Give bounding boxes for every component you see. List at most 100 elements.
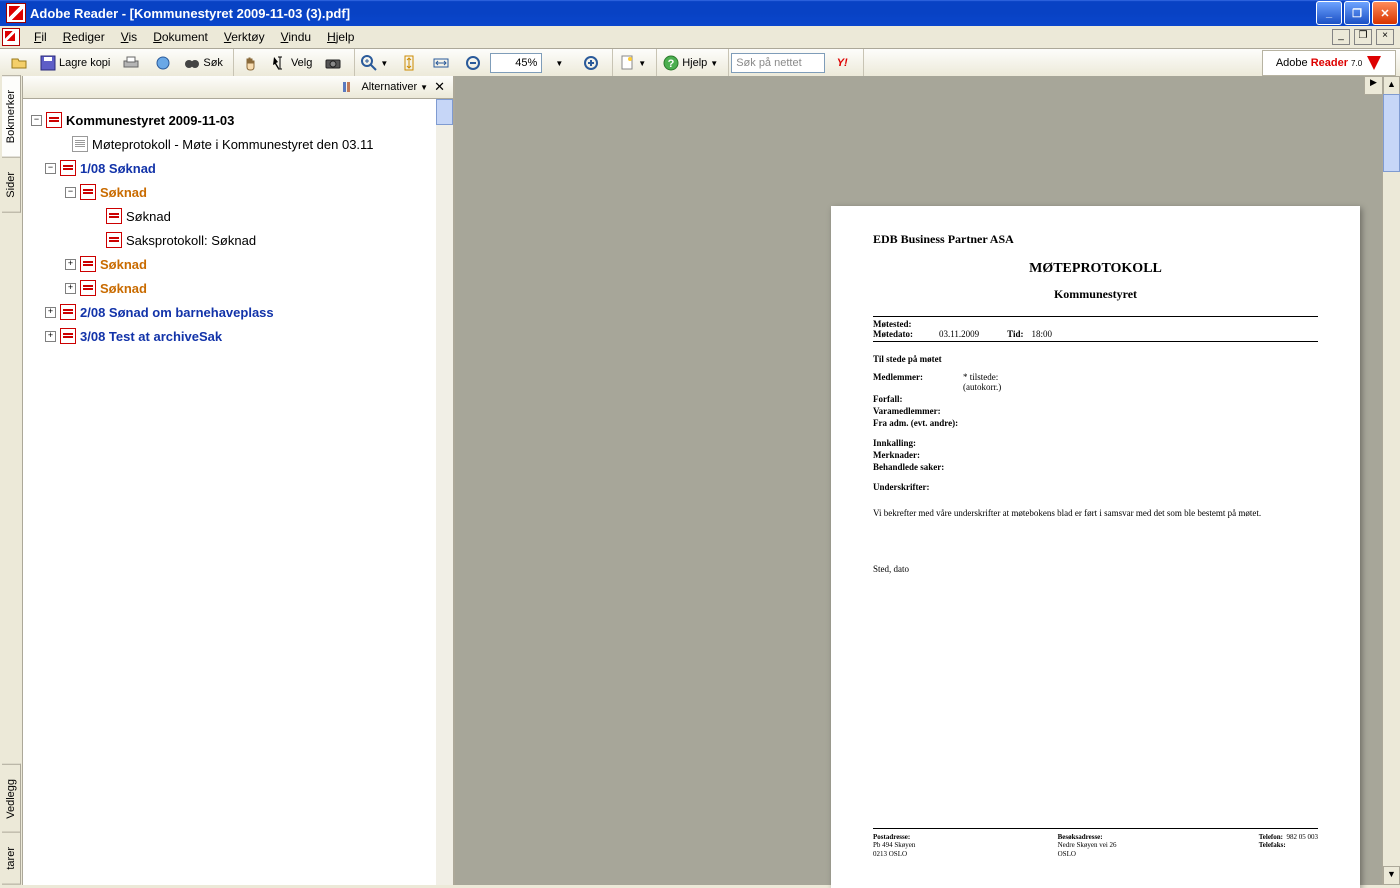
options-icon <box>341 80 355 94</box>
menu-vis[interactable]: Vis <box>113 27 145 47</box>
mdi-restore-button[interactable]: ❐ <box>1354 29 1372 45</box>
help-icon: ? <box>663 55 679 71</box>
bookmark-item[interactable]: Søknad <box>100 185 147 200</box>
pdf-icon <box>80 256 96 272</box>
pdf-icon <box>60 304 76 320</box>
bookmark-root[interactable]: Kommunestyret 2009-11-03 <box>66 113 234 128</box>
tab-bokmerker[interactable]: Bokmerker <box>2 75 21 158</box>
menu-hjelp[interactable]: Hjelp <box>319 27 362 47</box>
window-maximize-button[interactable]: ❐ <box>1344 1 1370 25</box>
plus-circle-icon <box>583 55 599 71</box>
camera-icon <box>325 55 341 71</box>
options-button[interactable]: Alternativer ▼ <box>361 81 428 93</box>
tree-expand-icon[interactable]: + <box>65 283 76 294</box>
panel-expand-button[interactable]: ▶ <box>1364 76 1383 95</box>
pdf-icon <box>80 280 96 296</box>
zoom-level-field[interactable]: 45% <box>490 53 542 73</box>
hand-icon <box>243 55 259 71</box>
menu-dokument[interactable]: Dokument <box>145 27 216 47</box>
pdf-icon <box>60 328 76 344</box>
window-title: Adobe Reader - [Kommunestyret 2009-11-03… <box>30 6 350 21</box>
doc-field-value: 18:00 <box>1032 329 1053 339</box>
window-close-button[interactable]: ✕ <box>1372 1 1398 25</box>
web-search-input[interactable]: Søk på nettet <box>731 53 825 73</box>
create-pdf-button[interactable]: ▼ <box>615 51 650 75</box>
scrollbar-thumb[interactable] <box>1383 94 1400 172</box>
doc-field-label: Underskrifter: <box>873 482 1318 492</box>
pdf-icon <box>60 160 76 176</box>
menu-vindu[interactable]: Vindu <box>273 27 319 47</box>
search-label: Søk <box>203 57 223 69</box>
doc-section-header: Til stede på møtet <box>873 354 1318 364</box>
bookmark-item[interactable]: 2/08 Sønad om barnehaveplass <box>80 305 274 320</box>
bookmark-item[interactable]: Saksprotokoll: Søknad <box>126 233 256 248</box>
folder-open-icon <box>11 55 27 71</box>
bookmark-item[interactable]: 3/08 Test at archiveSak <box>80 329 222 344</box>
menu-verktoy[interactable]: Verktøy <box>216 27 273 47</box>
magnifier-plus-icon <box>361 55 377 71</box>
tree-expand-icon[interactable]: + <box>65 259 76 270</box>
panel-close-button[interactable]: ✕ <box>434 79 445 95</box>
zoom-dropdown-button[interactable]: ▼ <box>544 51 574 75</box>
binoculars-icon <box>184 55 200 71</box>
tree-collapse-icon[interactable]: − <box>65 187 76 198</box>
tree-scrollbar[interactable] <box>436 99 453 885</box>
tree-expand-icon[interactable]: + <box>45 331 56 342</box>
doc-field-label: Fra adm. (evt. andre): <box>873 418 1318 428</box>
tab-kommentarer[interactable]: tarer <box>2 832 21 885</box>
zoom-out-button[interactable] <box>458 51 488 75</box>
app-icon <box>6 3 26 23</box>
dropdown-arrow-icon: ▼ <box>380 59 388 68</box>
pdf-icon <box>106 208 122 224</box>
help-label: Hjelp <box>682 57 707 69</box>
menu-rediger[interactable]: Rediger <box>55 27 113 47</box>
doc-field-label: Tid: <box>1007 329 1023 339</box>
doc-footer: Postadresse:Pb 494 Skøyen0213 OSLO Besøk… <box>873 828 1318 858</box>
bookmark-item[interactable]: Møteprotokoll - Møte i Kommunestyret den… <box>92 137 374 152</box>
mdi-close-button[interactable]: × <box>1376 29 1394 45</box>
doc-field-value: * tilstede: <box>963 372 998 382</box>
help-button[interactable]: ? Hjelp ▼ <box>659 51 722 75</box>
doc-field-label: Møtedato: <box>873 329 931 339</box>
doc-title: MØTEPROTOKOLL <box>873 261 1318 277</box>
menu-fil[interactable]: Fil <box>26 27 55 47</box>
email-button[interactable] <box>148 51 178 75</box>
yahoo-search-button[interactable]: Y! <box>827 51 857 75</box>
fit-height-button[interactable] <box>394 51 424 75</box>
select-tool-button[interactable]: Velg <box>268 51 316 75</box>
doc-field-label: Medlemmer: <box>873 372 963 392</box>
doc-field-label: Forfall: <box>873 394 1318 404</box>
side-tab-strip: Bokmerker Sider Vedlegg tarer <box>0 76 23 885</box>
tab-sider[interactable]: Sider <box>2 157 21 213</box>
open-button[interactable] <box>4 51 34 75</box>
fit-width-button[interactable] <box>426 51 456 75</box>
bookmark-item[interactable]: Søknad <box>100 257 147 272</box>
window-minimize-button[interactable]: _ <box>1316 1 1342 25</box>
doc-scrollbar[interactable]: ▲ ▼ <box>1382 76 1400 885</box>
search-button[interactable]: Søk <box>180 51 227 75</box>
doc-subtitle: Kommunestyret <box>873 287 1318 302</box>
bookmark-item[interactable]: Søknad <box>100 281 147 296</box>
hand-tool-button[interactable] <box>236 51 266 75</box>
snapshot-tool-button[interactable] <box>318 51 348 75</box>
tree-collapse-icon[interactable]: − <box>31 115 42 126</box>
zoom-in-tool-button[interactable]: ▼ <box>357 51 392 75</box>
scrollbar-thumb[interactable] <box>436 99 453 125</box>
document-view[interactable]: ▶ ▲ ▼ EDB Business Partner ASA MØTEPROTO… <box>455 76 1400 885</box>
globe-mail-icon <box>155 55 171 71</box>
doc-org: EDB Business Partner ASA <box>873 232 1318 247</box>
page-sparkle-icon <box>619 55 635 71</box>
zoom-in-button[interactable] <box>576 51 606 75</box>
print-button[interactable] <box>116 51 146 75</box>
tree-collapse-icon[interactable]: − <box>45 163 56 174</box>
bookmark-item[interactable]: 1/08 Søknad <box>80 161 156 176</box>
mdi-minimize-button[interactable]: _ <box>1332 29 1350 45</box>
scroll-up-button[interactable]: ▲ <box>1383 76 1400 95</box>
tab-vedlegg[interactable]: Vedlegg <box>2 764 21 834</box>
doc-field-label: Behandlede saker: <box>873 462 1318 472</box>
tree-expand-icon[interactable]: + <box>45 307 56 318</box>
bookmark-item[interactable]: Søknad <box>126 209 171 224</box>
save-copy-button[interactable]: Lagre kopi <box>36 51 114 75</box>
dropdown-arrow-icon: ▼ <box>638 59 646 68</box>
scroll-down-button[interactable]: ▼ <box>1383 866 1400 885</box>
